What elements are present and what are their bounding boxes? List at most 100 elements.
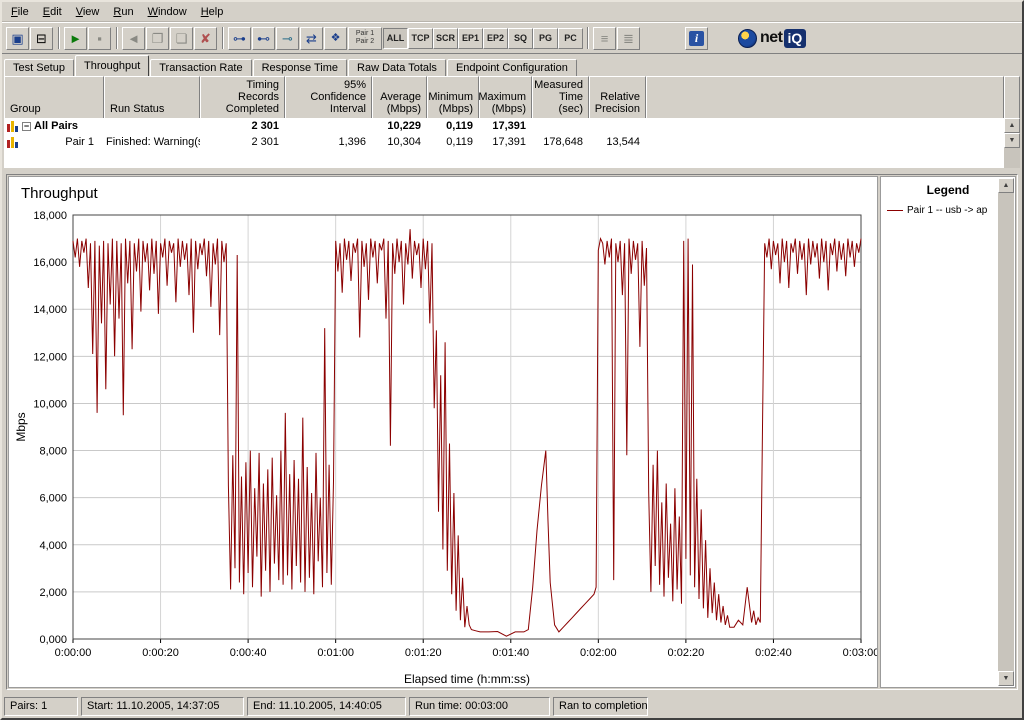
- table-row-pair-1[interactable]: Pair 1 Finished: Warning(s) 2 301 1,396 …: [4, 134, 1004, 150]
- details-view-icon[interactable]: ≣: [617, 27, 640, 50]
- column-header-average[interactable]: Average (Mbps): [372, 76, 427, 119]
- filter-tcp-button[interactable]: TCP: [408, 28, 433, 49]
- filter-ep2-button[interactable]: EP2: [483, 28, 508, 49]
- tab-test-setup[interactable]: Test Setup: [4, 59, 74, 76]
- tab-transaction-rate[interactable]: Transaction Rate: [150, 59, 251, 76]
- cell-maximum: 17,391: [479, 120, 532, 132]
- scroll-up-icon[interactable]: ▲: [998, 178, 1014, 193]
- help-button[interactable]: i: [685, 27, 708, 50]
- new-test-icon[interactable]: ▣: [6, 27, 29, 50]
- pair-selector-button[interactable]: Pair 1 Pair 2: [348, 27, 382, 50]
- tab-response-time[interactable]: Response Time: [253, 59, 347, 76]
- column-header-group[interactable]: Group: [4, 76, 104, 119]
- info-icon: i: [689, 31, 704, 46]
- svg-text:0:02:00: 0:02:00: [580, 647, 617, 659]
- svg-text:0:01:00: 0:01:00: [317, 647, 354, 659]
- cell-minimum: 0,119: [427, 120, 479, 132]
- status-run-time: Run time: 00:03:00: [409, 697, 550, 716]
- results-grid: Group Run Status Timing Records Complete…: [4, 76, 1020, 168]
- svg-text:0:01:20: 0:01:20: [405, 647, 442, 659]
- column-header-measured-time[interactable]: Measured Time (sec): [532, 76, 589, 119]
- cell-run-status: Finished: Warning(s): [104, 136, 200, 148]
- filter-pc-button[interactable]: PC: [558, 28, 583, 49]
- throughput-chart: 0,0002,0004,0006,0008,00010,00012,00014,…: [11, 207, 877, 688]
- menu-file[interactable]: File: [4, 3, 36, 21]
- paste-icon[interactable]: ❏: [170, 27, 193, 50]
- pair-name: Pair 1: [65, 136, 98, 148]
- menu-edit[interactable]: Edit: [36, 3, 69, 21]
- column-header-run-status[interactable]: Run Status: [104, 76, 200, 119]
- stop-test-icon[interactable]: ▪: [88, 27, 111, 50]
- column-header-timing-records[interactable]: Timing Records Completed: [200, 76, 285, 119]
- print-icon[interactable]: ⊟: [30, 27, 53, 50]
- filter-sq-button[interactable]: SQ: [508, 28, 533, 49]
- column-header-maximum[interactable]: Maximum (Mbps): [479, 76, 532, 119]
- status-start-time: Start: 11.10.2005, 14:37:05: [81, 697, 244, 716]
- edit-pair-icon[interactable]: ⊸: [276, 27, 299, 50]
- menu-view[interactable]: View: [69, 3, 107, 21]
- svg-text:4,000: 4,000: [39, 540, 67, 552]
- svg-text:2,000: 2,000: [39, 587, 67, 599]
- copy-icon[interactable]: ❐: [146, 27, 169, 50]
- cell-average: 10,304: [372, 136, 427, 148]
- filter-all-button[interactable]: ALL: [383, 28, 408, 49]
- menu-window[interactable]: Window: [141, 3, 194, 21]
- svg-text:10,000: 10,000: [33, 398, 67, 410]
- svg-text:18,000: 18,000: [33, 210, 67, 222]
- cell-relative-precision: 13,544: [589, 136, 646, 148]
- status-bar: Pairs: 1 Start: 11.10.2005, 14:37:05 End…: [4, 695, 1020, 716]
- scroll-down-icon[interactable]: ▼: [1004, 133, 1020, 148]
- menu-run[interactable]: Run: [106, 3, 140, 21]
- column-header-filler: [646, 76, 1004, 119]
- svg-text:0:01:40: 0:01:40: [492, 647, 529, 659]
- cell-timing-records: 2 301: [200, 120, 285, 132]
- svg-text:0:03:00: 0:03:00: [843, 647, 877, 659]
- legend-vertical-scrollbar[interactable]: ▲ ▼: [998, 178, 1014, 686]
- swap-endpoints-icon[interactable]: ⇄: [300, 27, 323, 50]
- cell-confidence-interval: 1,396: [285, 136, 372, 148]
- replicate-pair-icon[interactable]: ❖: [324, 27, 347, 50]
- column-header-minimum[interactable]: Minimum (Mbps): [427, 76, 479, 119]
- toolbar-separator: [222, 27, 224, 49]
- filter-scr-button[interactable]: SCR: [433, 28, 458, 49]
- add-pair-icon[interactable]: ⊶: [228, 27, 251, 50]
- main-area: Throughput 0,0002,0004,0006,0008,00010,0…: [6, 174, 1018, 690]
- rewind-icon[interactable]: ◄: [122, 27, 145, 50]
- toolbar-separator: [587, 27, 589, 49]
- filter-pg-button[interactable]: PG: [533, 28, 558, 49]
- pair-selector-line1: Pair 1: [356, 30, 374, 38]
- collapse-icon[interactable]: −: [22, 122, 31, 131]
- table-row-all-pairs[interactable]: − All Pairs 2 301 10,229 0,119 17,391: [4, 118, 1004, 134]
- cell-maximum: 17,391: [479, 136, 532, 148]
- menu-help[interactable]: Help: [194, 3, 231, 21]
- cell-average: 10,229: [372, 120, 427, 132]
- filter-ep1-button[interactable]: EP1: [458, 28, 483, 49]
- column-header-confidence-interval[interactable]: 95% Confidence Interval: [285, 76, 372, 119]
- chart-title: Throughput: [21, 185, 98, 202]
- column-header-relative-precision[interactable]: Relative Precision: [589, 76, 646, 119]
- scroll-up-icon[interactable]: ▲: [1004, 118, 1020, 133]
- status-pairs: Pairs: 1: [4, 697, 78, 716]
- globe-icon: [738, 29, 757, 48]
- svg-text:0:00:20: 0:00:20: [142, 647, 179, 659]
- add-multicast-group-icon[interactable]: ⊷: [252, 27, 275, 50]
- grid-vertical-scrollbar[interactable]: ▲ ▼: [1004, 118, 1020, 168]
- legend-item-pair-1[interactable]: Pair 1 -- usb -> ap: [881, 197, 1015, 216]
- svg-text:Mbps: Mbps: [14, 412, 28, 441]
- tab-raw-data-totals[interactable]: Raw Data Totals: [348, 59, 446, 76]
- tab-throughput[interactable]: Throughput: [75, 55, 149, 76]
- tab-endpoint-configuration[interactable]: Endpoint Configuration: [447, 59, 577, 76]
- netiq-logo: net iQ: [738, 29, 806, 48]
- list-view-icon[interactable]: ≡: [593, 27, 616, 50]
- scroll-down-icon[interactable]: ▼: [998, 671, 1014, 686]
- run-test-icon[interactable]: ►: [64, 27, 87, 50]
- cell-measured-time: 178,648: [532, 136, 589, 148]
- grid-header: Group Run Status Timing Records Complete…: [4, 76, 1020, 118]
- svg-text:0:02:40: 0:02:40: [755, 647, 792, 659]
- chart-panel: Throughput 0,0002,0004,0006,0008,00010,0…: [8, 176, 878, 688]
- svg-text:16,000: 16,000: [33, 257, 67, 269]
- delete-icon[interactable]: ✘: [194, 27, 217, 50]
- pair-chart-icon: [7, 137, 19, 148]
- logo-iq-badge: iQ: [784, 29, 807, 48]
- svg-text:14,000: 14,000: [33, 304, 67, 316]
